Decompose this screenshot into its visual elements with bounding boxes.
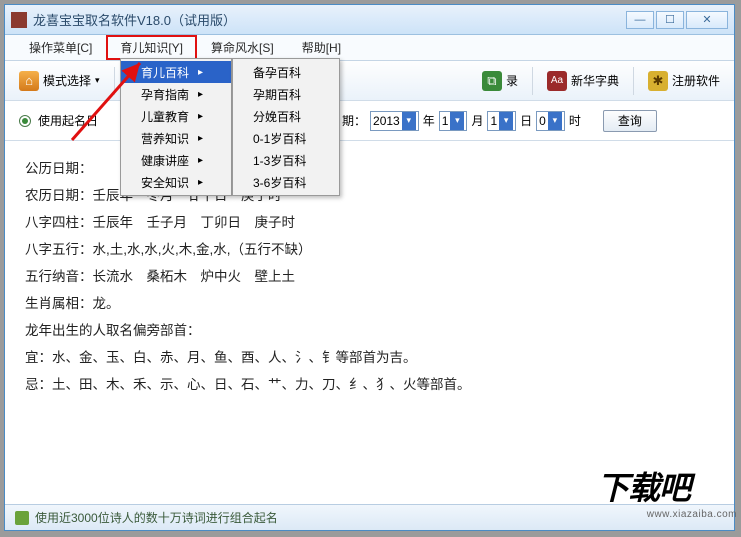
key-icon: ✱ — [648, 71, 668, 91]
close-button[interactable]: ✕ — [686, 11, 728, 29]
chevron-right-icon: ▸ — [198, 155, 203, 166]
result-line-radicals-bad: 忌：土、田、木、禾、示、心、日、石、艹、力、刀、纟、犭、火等部首。 — [25, 371, 714, 398]
radio-label: 使用起名日 — [38, 112, 98, 129]
submenu2-item-age-0-1[interactable]: 0-1岁百科 — [233, 127, 339, 149]
day-select[interactable]: 1▾ — [487, 111, 516, 131]
chevron-right-icon: ▸ — [198, 111, 203, 122]
separator — [633, 67, 634, 95]
status-icon — [15, 511, 29, 525]
toolbar: ⌂ 模式选择 ▾ ⧉ 录 Aa 新华字典 ✱ 注册软件 — [5, 61, 734, 101]
dictionary-label: 新华字典 — [571, 72, 619, 89]
submenu-item-nutrition[interactable]: 营养知识▸ — [121, 127, 231, 149]
dictionary-icon: Aa — [547, 71, 567, 91]
submenu2-item-age-1-3[interactable]: 1-3岁百科 — [233, 149, 339, 171]
result-line-zodiac: 生肖属相：龙。 — [25, 290, 714, 317]
minimize-button[interactable]: — — [626, 11, 654, 29]
submenu2-item-childbirth[interactable]: 分娩百科 — [233, 105, 339, 127]
result-content: 公历日期： 农历日期：壬辰年 冬月 廿十日 庚子时 八字四柱：壬辰年 壬子月 丁… — [5, 141, 734, 471]
register-button[interactable]: ✱ 注册软件 — [644, 68, 724, 94]
watermark-url: www.xiazaiba.com — [597, 509, 737, 520]
childcare-submenu: 育儿百科▸ 孕育指南▸ 儿童教育▸ 营养知识▸ 健康讲座▸ 安全知识▸ — [120, 58, 232, 196]
day-unit: 日 — [520, 112, 532, 129]
chevron-right-icon: ▸ — [198, 133, 203, 144]
chevron-down-icon: ▾ — [402, 112, 416, 130]
watermark: 下载吧 www.xiazaiba.com — [597, 463, 737, 523]
chevron-right-icon: ▸ — [198, 177, 203, 188]
submenu-item-encyclopedia[interactable]: 育儿百科▸ — [121, 61, 231, 83]
result-line-radicals-good: 宜：水、金、玉、白、赤、月、鱼、酉、人、氵、钅等部首为吉。 — [25, 344, 714, 371]
chevron-right-icon: ▸ — [198, 89, 203, 100]
result-line-radicals-title: 龙年出生的人取名偏旁部首： — [25, 317, 714, 344]
use-name-date-radio[interactable] — [19, 115, 31, 127]
mode-select-button[interactable]: ⌂ 模式选择 ▾ — [15, 68, 104, 94]
app-window: 龙喜宝宝取名软件V18.0（试用版） — ☐ ✕ 操作菜单[C] 育儿知识[Y]… — [4, 4, 735, 531]
query-button[interactable]: 查询 — [603, 110, 657, 132]
menubar: 操作菜单[C] 育儿知识[Y] 算命风水[S] 帮助[H] — [5, 35, 734, 61]
submenu2-item-pregnancy[interactable]: 孕期百科 — [233, 83, 339, 105]
chevron-down-icon: ▾ — [450, 112, 464, 130]
record-icon: ⧉ — [482, 71, 502, 91]
app-icon — [11, 12, 27, 28]
submenu2-item-age-3-6[interactable]: 3-6岁百科 — [233, 171, 339, 193]
register-label: 注册软件 — [672, 72, 720, 89]
submenu-item-health-lecture[interactable]: 健康讲座▸ — [121, 149, 231, 171]
chevron-down-icon: ▾ — [548, 112, 562, 130]
result-line-nayin: 五行纳音：长流水 桑柘木 炉中火 壁上土 — [25, 263, 714, 290]
submenu-item-safety[interactable]: 安全知识▸ — [121, 171, 231, 193]
chevron-right-icon: ▸ — [198, 67, 203, 78]
encyclopedia-submenu: 备孕百科 孕期百科 分娩百科 0-1岁百科 1-3岁百科 3-6岁百科 — [232, 58, 340, 196]
mode-select-label: 模式选择 — [43, 72, 91, 89]
submenu-item-child-education[interactable]: 儿童教育▸ — [121, 105, 231, 127]
menu-operations[interactable]: 操作菜单[C] — [15, 35, 106, 60]
record-button[interactable]: ⧉ 录 — [478, 68, 522, 94]
watermark-text: 下载吧 — [597, 463, 737, 509]
window-title: 龙喜宝宝取名软件V18.0（试用版） — [33, 10, 624, 29]
result-line-bazi: 八字四柱：壬辰年 壬子月 丁卯日 庚子时 — [25, 209, 714, 236]
query-form: 使用起名日 出生日期： 2013▾ 年 1▾ 月 1▾ 日 0▾ 时 查询 — [5, 101, 734, 141]
record-label: 录 — [506, 72, 518, 89]
separator — [114, 67, 115, 95]
result-line-wuxing: 八字五行：水,土,水,水,火,木,金,水,（五行不缺） — [25, 236, 714, 263]
dictionary-button[interactable]: Aa 新华字典 — [543, 68, 623, 94]
hour-select[interactable]: 0▾ — [536, 111, 565, 131]
submenu-item-pregnancy-guide[interactable]: 孕育指南▸ — [121, 83, 231, 105]
month-unit: 月 — [471, 112, 483, 129]
menu-help[interactable]: 帮助[H] — [288, 35, 355, 60]
titlebar: 龙喜宝宝取名软件V18.0（试用版） — ☐ ✕ — [5, 5, 734, 35]
chevron-down-icon: ▾ — [499, 112, 513, 130]
hour-unit: 时 — [569, 112, 581, 129]
submenu2-item-preconception[interactable]: 备孕百科 — [233, 61, 339, 83]
home-icon: ⌂ — [19, 71, 39, 91]
chevron-down-icon: ▾ — [95, 75, 100, 86]
status-text: 使用近3000位诗人的数十万诗词进行组合起名 — [35, 509, 278, 526]
menu-fortune[interactable]: 算命风水[S] — [197, 35, 288, 60]
menu-childcare[interactable]: 育儿知识[Y] — [106, 35, 197, 60]
maximize-button[interactable]: ☐ — [656, 11, 684, 29]
separator — [532, 67, 533, 95]
month-select[interactable]: 1▾ — [439, 111, 468, 131]
year-unit: 年 — [423, 112, 435, 129]
year-select[interactable]: 2013▾ — [370, 111, 419, 131]
